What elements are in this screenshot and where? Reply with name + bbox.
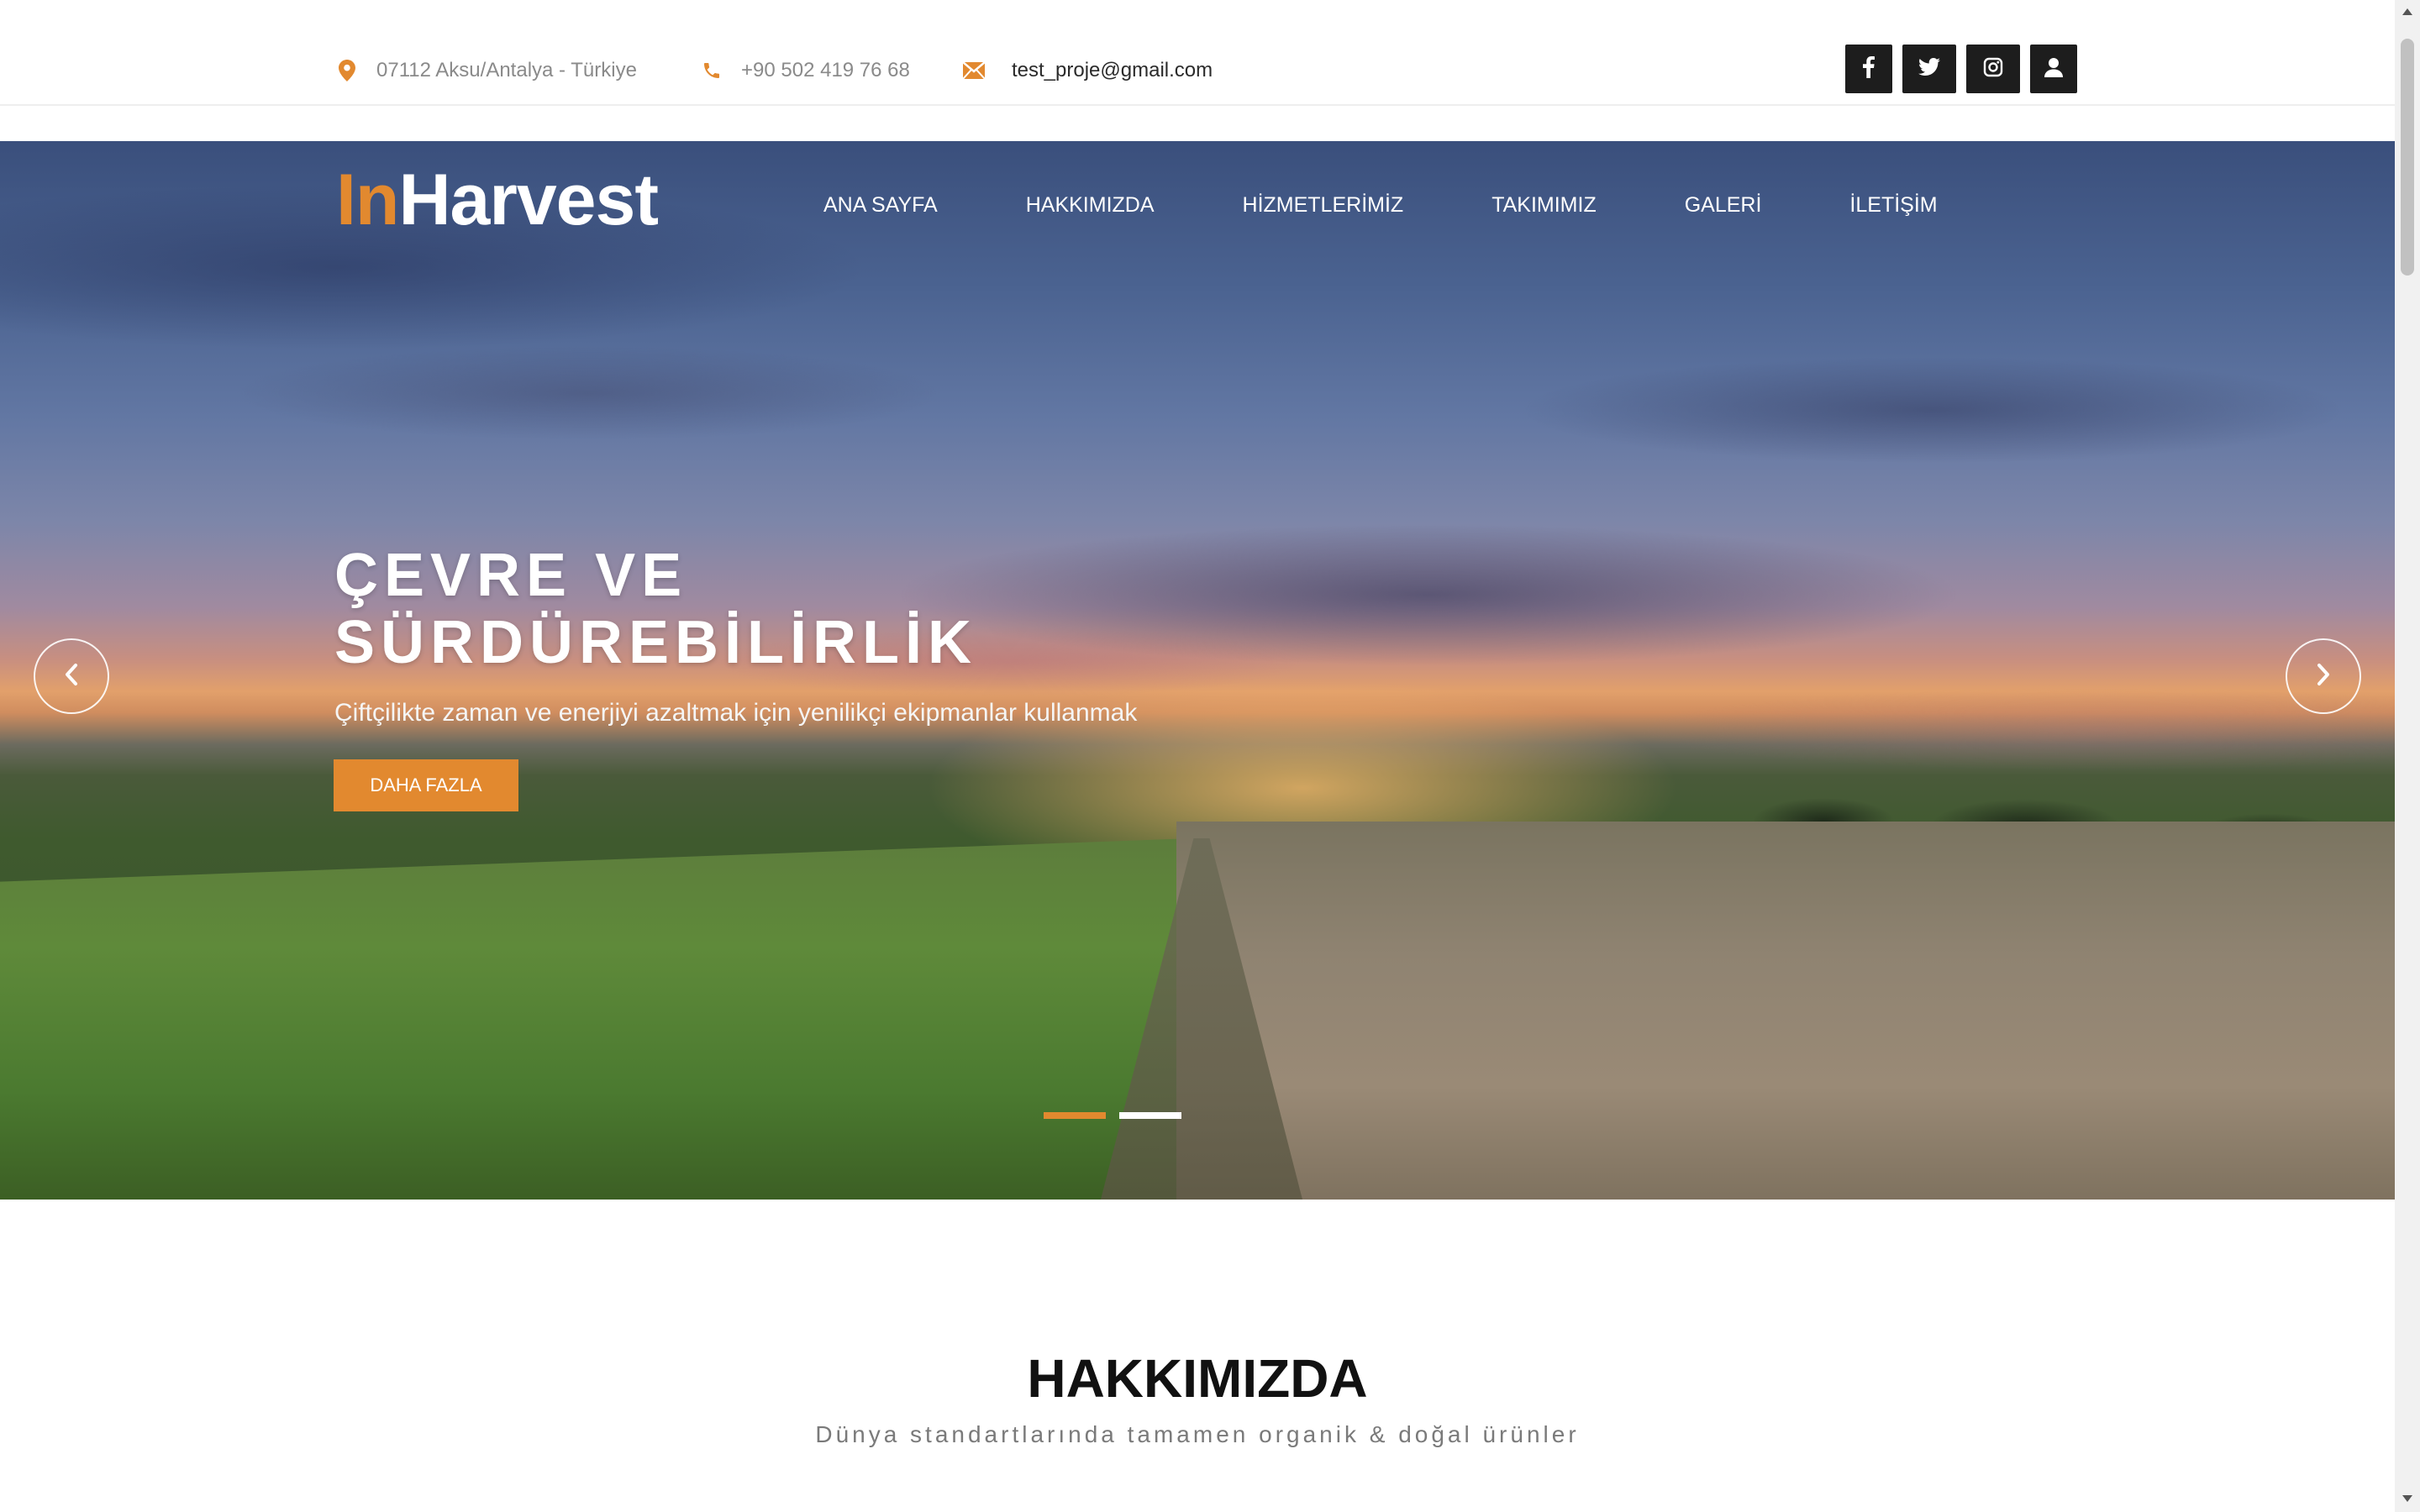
twitter-icon <box>1918 57 1940 81</box>
logo-part-in: In <box>336 160 399 240</box>
top-info-bar: 07112 Aksu/Antalya - Türkiye +90 502 419… <box>0 0 2395 106</box>
scrollbar-thumb[interactable] <box>2401 39 2414 276</box>
nav-item-contact[interactable]: İLETİŞİM <box>1849 193 1937 218</box>
about-subheading: Dünya standartlarında tamamen organik & … <box>815 1421 1580 1447</box>
instagram-button[interactable] <box>1966 45 2020 93</box>
email-info[interactable]: test_proje@gmail.com <box>963 52 1213 89</box>
nav-item-about[interactable]: HAKKIMIZDA <box>1026 193 1155 218</box>
chevron-right-icon <box>2316 663 2331 690</box>
facebook-icon <box>1863 55 1875 82</box>
phone-icon <box>701 60 723 81</box>
slider-prev-button[interactable] <box>34 638 109 714</box>
slider-pagination <box>1044 1112 1195 1119</box>
about-heading: HAKKIMIZDA <box>1027 1348 1368 1409</box>
hero-subtitle: Çiftçilikte zaman ve enerjiyi azaltmak i… <box>334 699 1138 727</box>
nav-item-services[interactable]: HİZMETLERİMİZ <box>1243 193 1404 218</box>
facebook-button[interactable] <box>1845 45 1892 93</box>
page-scrollbar[interactable] <box>2395 0 2420 1512</box>
map-pin-icon <box>336 60 358 81</box>
scroll-down-button[interactable] <box>2395 1487 2420 1512</box>
page: 07112 Aksu/Antalya - Türkiye +90 502 419… <box>0 0 2395 1512</box>
nav-item-team[interactable]: TAKIMIMIZ <box>1491 193 1597 218</box>
slider-dot-1[interactable] <box>1044 1112 1106 1119</box>
main-nav: ANA SAYFA HAKKIMIZDA HİZMETLERİMİZ TAKIM… <box>823 193 1938 218</box>
triangle-up-icon <box>2402 5 2413 20</box>
nav-item-gallery[interactable]: GALERİ <box>1685 193 1762 218</box>
user-button[interactable] <box>2030 45 2077 93</box>
hero-wheat-field <box>1176 822 2395 1200</box>
address-text: 07112 Aksu/Antalya - Türkiye <box>376 59 637 81</box>
envelope-icon <box>963 60 985 81</box>
slider-next-button[interactable] <box>2286 638 2361 714</box>
phone-text: +90 502 419 76 68 <box>741 59 910 81</box>
nav-item-home[interactable]: ANA SAYFA <box>823 193 938 218</box>
logo-part-harvest: Harvest <box>398 160 659 240</box>
hero-green-field <box>0 838 1193 1200</box>
user-icon <box>2044 57 2063 81</box>
email-text: test_proje@gmail.com <box>1012 59 1213 81</box>
chevron-left-icon <box>64 663 79 690</box>
site-logo[interactable]: InHarvest <box>336 164 659 236</box>
social-links <box>1845 45 2077 93</box>
hero-title: ÇEVRE VE SÜRDÜREBİLİRLİK <box>334 542 977 676</box>
more-button[interactable]: DAHA FAZLA <box>334 759 518 811</box>
address-info: 07112 Aksu/Antalya - Türkiye <box>336 52 637 89</box>
slider-dot-2[interactable] <box>1119 1112 1181 1119</box>
scroll-up-button[interactable] <box>2395 0 2420 25</box>
triangle-down-icon <box>2402 1492 2413 1507</box>
twitter-button[interactable] <box>1902 45 1956 93</box>
instagram-icon <box>1983 57 2003 81</box>
phone-info[interactable]: +90 502 419 76 68 <box>701 52 910 89</box>
